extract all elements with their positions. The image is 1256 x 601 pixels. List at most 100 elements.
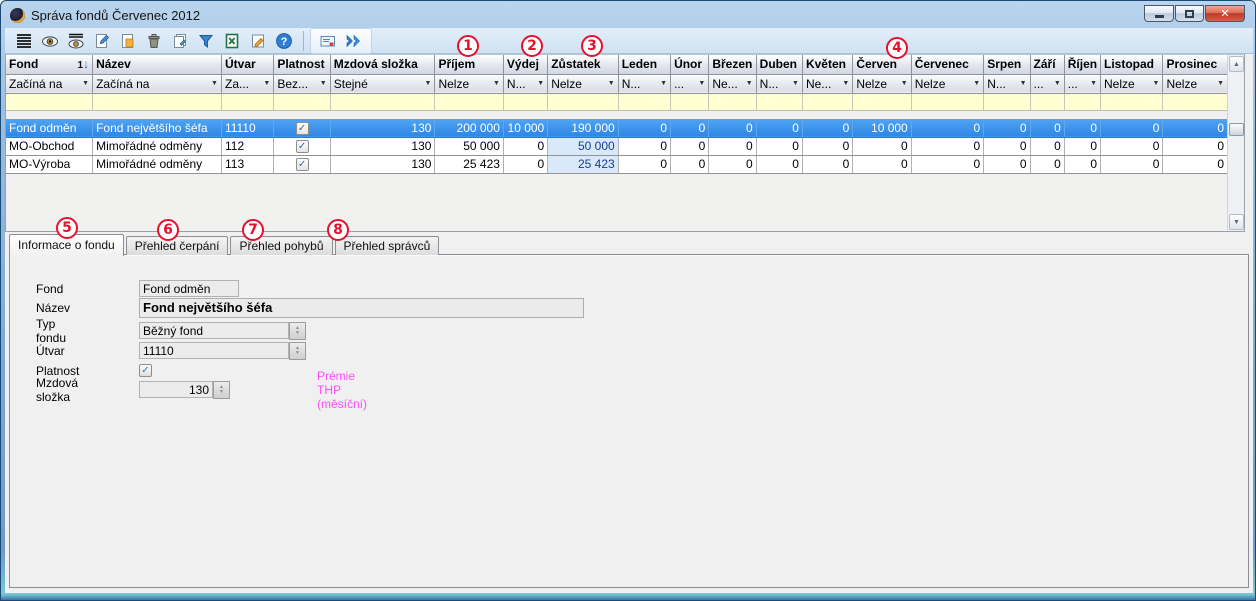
- grid-cell[interactable]: 113: [221, 155, 273, 173]
- filter-operator-dropdown-17[interactable]: ...▼: [1030, 74, 1064, 93]
- close-button[interactable]: ✕: [1205, 5, 1245, 22]
- column-header-17[interactable]: Září: [1030, 55, 1064, 74]
- filter-operator-dropdown-13[interactable]: Ne...▼: [802, 74, 852, 93]
- column-header-6[interactable]: Příjem: [435, 55, 503, 74]
- grid-cell[interactable]: 0: [802, 137, 852, 155]
- grid-cell[interactable]: 10 000: [853, 119, 911, 137]
- view-columns-button[interactable]: [64, 29, 88, 53]
- column-header-11[interactable]: Březen: [709, 55, 756, 74]
- column-header-18[interactable]: Říjen: [1064, 55, 1100, 74]
- filter-input-cell-15[interactable]: [911, 93, 984, 110]
- column-header-5[interactable]: Mzdová složka: [330, 55, 435, 74]
- copy-record-button[interactable]: [168, 29, 192, 53]
- grid-cell[interactable]: 0: [911, 137, 984, 155]
- filter-input-cell-17[interactable]: [1030, 93, 1064, 110]
- column-header-20[interactable]: Prosinec: [1163, 55, 1228, 74]
- grid-cell[interactable]: 50 000: [548, 137, 618, 155]
- excel-export-button[interactable]: [220, 29, 244, 53]
- filter-input-cell-11[interactable]: [709, 93, 756, 110]
- grid-cell[interactable]: ✓: [274, 137, 330, 155]
- grid-cell[interactable]: 0: [1163, 119, 1228, 137]
- column-header-14[interactable]: Červen: [853, 55, 911, 74]
- typ-fondu-spinner[interactable]: ▲▼: [289, 322, 306, 340]
- column-header-4[interactable]: Platnost: [274, 55, 330, 74]
- grid-cell[interactable]: 0: [618, 137, 670, 155]
- minimize-button[interactable]: [1144, 5, 1174, 22]
- grid-cell[interactable]: 0: [1030, 155, 1064, 173]
- help-button[interactable]: ?: [272, 29, 296, 53]
- grid-cell[interactable]: 0: [984, 155, 1030, 173]
- grid-cell[interactable]: 0: [1101, 155, 1163, 173]
- grid-row-3[interactable]: MO-VýrobaMimořádné odměny113✓13025 42302…: [6, 155, 1228, 173]
- grid-cell[interactable]: 130: [330, 155, 435, 173]
- filter-operator-dropdown-15[interactable]: Nelze▼: [911, 74, 984, 93]
- checkbox[interactable]: ✓: [296, 140, 309, 153]
- next-chevrons-button[interactable]: [342, 29, 366, 53]
- filter-operator-dropdown-8[interactable]: Nelze▼: [548, 74, 618, 93]
- grid-cell[interactable]: 0: [1030, 119, 1064, 137]
- grid-cell[interactable]: 0: [756, 155, 802, 173]
- grid-cell[interactable]: 0: [709, 155, 756, 173]
- grid-cell[interactable]: 0: [1064, 137, 1100, 155]
- fond-field[interactable]: [139, 280, 239, 297]
- filter-input-cell-2[interactable]: [93, 93, 222, 110]
- filter-input-cell-8[interactable]: [548, 93, 618, 110]
- filter-input-cell-16[interactable]: [984, 93, 1030, 110]
- column-header-9[interactable]: Leden: [618, 55, 670, 74]
- grid-cell[interactable]: 0: [709, 137, 756, 155]
- utvar-field[interactable]: [139, 342, 289, 359]
- grid-cell[interactable]: 130: [330, 137, 435, 155]
- grid-cell[interactable]: 25 423: [435, 155, 503, 173]
- filter-operator-dropdown-7[interactable]: N...▼: [503, 74, 547, 93]
- grid-cell[interactable]: ✓: [274, 119, 330, 137]
- filter-operator-dropdown-14[interactable]: Nelze▼: [853, 74, 911, 93]
- scroll-up-button[interactable]: ▲: [1229, 56, 1244, 72]
- edit-record-button[interactable]: [116, 29, 140, 53]
- grid-cell[interactable]: 0: [984, 119, 1030, 137]
- filter-input-cell-12[interactable]: [756, 93, 802, 110]
- nazev-field[interactable]: [139, 298, 584, 318]
- filter-input-cell-5[interactable]: [330, 93, 435, 110]
- grid-cell[interactable]: MO-Výroba: [6, 155, 93, 173]
- grid-cell[interactable]: 0: [618, 155, 670, 173]
- view-button[interactable]: [38, 29, 62, 53]
- grid-cell[interactable]: 25 423: [548, 155, 618, 173]
- column-header-19[interactable]: Listopad: [1101, 55, 1163, 74]
- utvar-spinner[interactable]: ▲▼: [289, 342, 306, 360]
- column-header-8[interactable]: Zůstatek: [548, 55, 618, 74]
- grid-cell[interactable]: 0: [618, 119, 670, 137]
- filter-operator-dropdown-20[interactable]: Nelze▼: [1163, 74, 1228, 93]
- grid-cell[interactable]: 0: [853, 155, 911, 173]
- grid-cell[interactable]: 0: [756, 137, 802, 155]
- tab-prehled-spravcu[interactable]: Přehled správců: [335, 236, 440, 255]
- grid-cell[interactable]: 130: [330, 119, 435, 137]
- new-record-button[interactable]: [90, 29, 114, 53]
- column-header-2[interactable]: Název: [93, 55, 222, 74]
- card-button[interactable]: [316, 29, 340, 53]
- grid-cell[interactable]: 0: [671, 119, 709, 137]
- column-header-15[interactable]: Červenec: [911, 55, 984, 74]
- rows-button[interactable]: [12, 29, 36, 53]
- column-header-3[interactable]: Útvar: [221, 55, 273, 74]
- filter-operator-dropdown-19[interactable]: Nelze▼: [1101, 74, 1163, 93]
- typ-fondu-field[interactable]: [139, 322, 289, 339]
- notes-button[interactable]: [246, 29, 270, 53]
- grid-cell[interactable]: 0: [1101, 137, 1163, 155]
- grid-cell[interactable]: ✓: [274, 155, 330, 173]
- grid-cell[interactable]: 0: [1101, 119, 1163, 137]
- filter-input-cell-1[interactable]: [6, 93, 93, 110]
- platnost-checkbox[interactable]: ✓: [139, 364, 152, 377]
- grid-cell[interactable]: 0: [802, 119, 852, 137]
- checkbox[interactable]: ✓: [296, 122, 309, 135]
- grid-cell[interactable]: Mimořádné odměny: [93, 155, 222, 173]
- filter-input-cell-20[interactable]: [1163, 93, 1228, 110]
- filter-operator-dropdown-9[interactable]: N...▼: [618, 74, 670, 93]
- grid-cell[interactable]: 0: [1163, 155, 1228, 173]
- grid-cell[interactable]: 0: [1030, 137, 1064, 155]
- column-header-12[interactable]: Duben: [756, 55, 802, 74]
- tab-prehled-cerpani[interactable]: Přehled čerpání: [126, 236, 229, 255]
- filter-operator-dropdown-11[interactable]: Ne...▼: [709, 74, 756, 93]
- filter-operator-dropdown-12[interactable]: N...▼: [756, 74, 802, 93]
- grid-cell[interactable]: 0: [671, 155, 709, 173]
- grid-cell[interactable]: 0: [503, 155, 547, 173]
